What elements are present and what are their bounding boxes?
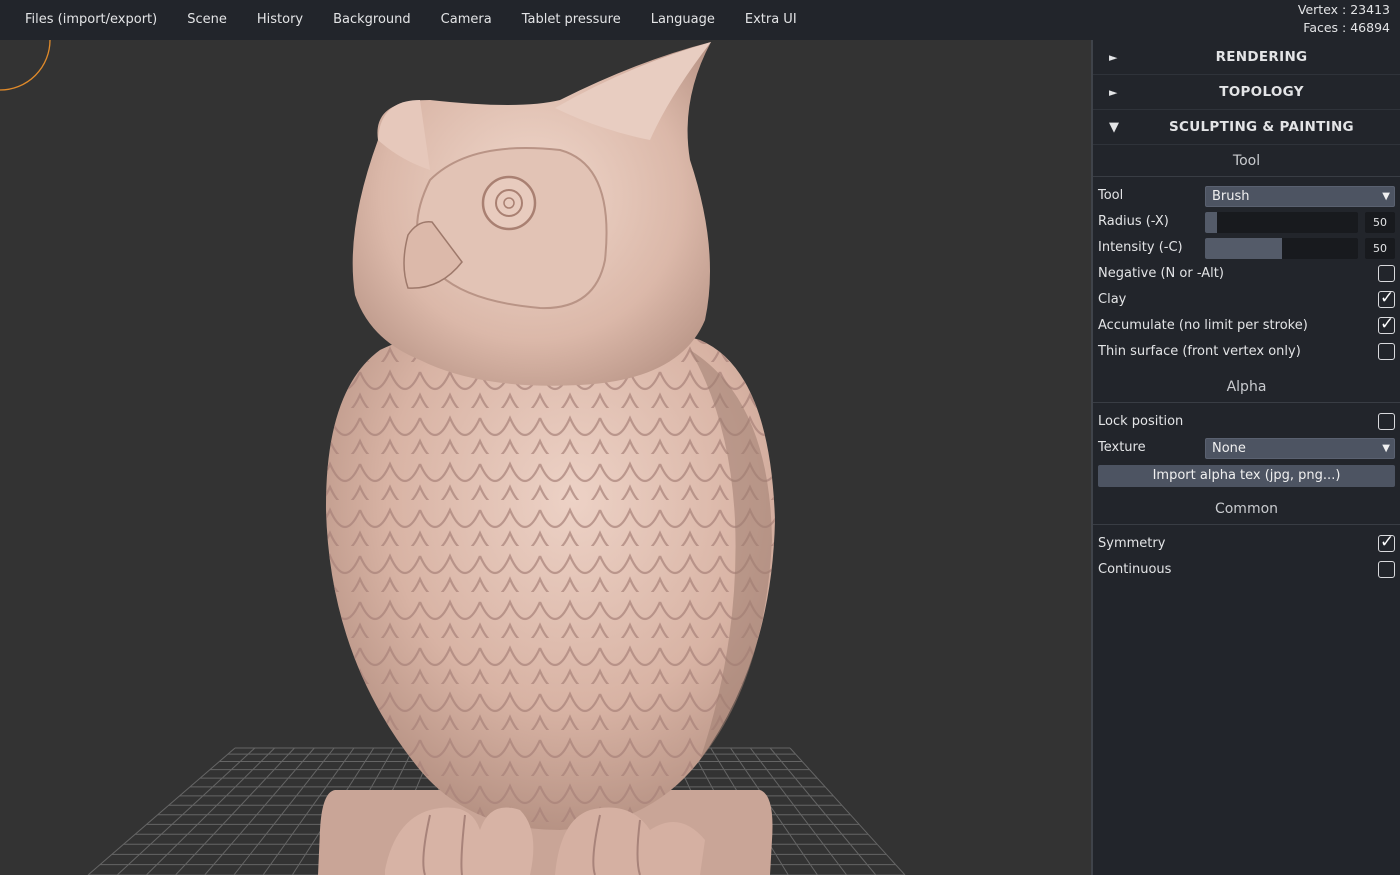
chevron-down-icon: ▼ — [1382, 443, 1390, 454]
import-alpha-button[interactable]: Import alpha tex (jpg, png...) — [1098, 465, 1395, 487]
accumulate-row: Accumulate (no limit per stroke) ✓ — [1093, 313, 1400, 339]
checkmark-icon: ✓ — [1380, 314, 1395, 334]
texture-select[interactable]: None ▼ — [1205, 438, 1395, 459]
menu-language[interactable]: Language — [636, 0, 730, 40]
group-title-common: Common — [1093, 493, 1400, 525]
menu-tablet-pressure[interactable]: Tablet pressure — [507, 0, 636, 40]
section-title: SCULPTING & PAINTING — [1169, 119, 1354, 135]
top-menu-bar: Files (import/export) Scene History Back… — [0, 0, 1400, 40]
menu-items: Files (import/export) Scene History Back… — [10, 0, 812, 40]
menu-scene[interactable]: Scene — [172, 0, 242, 40]
clay-checkbox[interactable]: ✓ — [1378, 288, 1395, 308]
negative-row: Negative (N or -Alt) — [1093, 261, 1400, 287]
group-title-tool: Tool — [1093, 145, 1400, 177]
radius-slider-fill — [1205, 212, 1218, 233]
menu-history[interactable]: History — [242, 0, 318, 40]
menu-background[interactable]: Background — [318, 0, 426, 40]
3d-viewport[interactable] — [0, 40, 1091, 875]
section-topology[interactable]: ► TOPOLOGY — [1093, 75, 1400, 110]
negative-checkbox[interactable] — [1378, 265, 1395, 282]
symmetry-checkbox[interactable]: ✓ — [1378, 532, 1395, 552]
section-title: RENDERING — [1215, 49, 1308, 65]
collapse-arrow-icon: ► — [1109, 86, 1118, 99]
chevron-down-icon: ▼ — [1382, 191, 1390, 202]
clay-label: Clay — [1098, 292, 1127, 307]
tool-label: Tool — [1098, 188, 1124, 203]
symmetry-label: Symmetry — [1098, 536, 1166, 551]
section-sculpting[interactable]: ▼ SCULPTING & PAINTING — [1093, 110, 1400, 145]
collapse-arrow-icon: ► — [1109, 51, 1118, 64]
radius-value[interactable]: 50 — [1365, 212, 1395, 233]
texture-label: Texture — [1098, 440, 1146, 455]
menu-files[interactable]: Files (import/export) — [10, 0, 172, 40]
thin-surface-label: Thin surface (front vertex only) — [1098, 344, 1301, 359]
thin-surface-row: Thin surface (front vertex only) — [1093, 339, 1400, 365]
owl-model — [325, 42, 775, 875]
texture-row: Texture None ▼ — [1093, 435, 1400, 461]
lock-position-checkbox[interactable] — [1378, 413, 1395, 430]
side-panel: ► RENDERING ► TOPOLOGY ▼ SCULPTING & PAI… — [1091, 40, 1400, 875]
brush-cursor — [0, 40, 51, 91]
intensity-label: Intensity (-C) — [1098, 240, 1183, 255]
viewport-canvas[interactable] — [0, 40, 1091, 875]
radius-label: Radius (-X) — [1098, 214, 1169, 229]
lock-position-label: Lock position — [1098, 414, 1184, 429]
checkmark-icon: ✓ — [1380, 288, 1395, 308]
menu-extra-ui[interactable]: Extra UI — [730, 0, 812, 40]
thin-surface-checkbox[interactable] — [1378, 343, 1395, 360]
accumulate-label: Accumulate (no limit per stroke) — [1098, 318, 1308, 333]
radius-row: Radius (-X) 50 — [1093, 209, 1400, 235]
checkmark-icon: ✓ — [1380, 532, 1395, 552]
faces-count: Faces : 46894 — [1303, 20, 1390, 35]
section-rendering[interactable]: ► RENDERING — [1093, 40, 1400, 75]
continuous-checkbox[interactable] — [1378, 561, 1395, 578]
negative-label: Negative (N or -Alt) — [1098, 266, 1224, 281]
tool-row: Tool Brush ▼ — [1093, 183, 1400, 209]
sculpt-app: Files (import/export) Scene History Back… — [0, 0, 1400, 875]
radius-slider[interactable] — [1205, 212, 1358, 233]
group-title-alpha: Alpha — [1093, 371, 1400, 403]
tool-select[interactable]: Brush ▼ — [1205, 186, 1395, 207]
vertex-count: Vertex : 23413 — [1297, 2, 1390, 17]
expand-arrow-icon: ▼ — [1109, 120, 1119, 135]
texture-select-value: None — [1212, 441, 1246, 456]
continuous-row: Continuous — [1093, 557, 1400, 583]
intensity-value[interactable]: 50 — [1365, 238, 1395, 259]
continuous-label: Continuous — [1098, 562, 1172, 577]
intensity-slider-fill — [1205, 238, 1282, 259]
intensity-slider[interactable] — [1205, 238, 1358, 259]
mesh-stats: Vertex : 23413 Faces : 46894 — [1298, 1, 1390, 37]
clay-row: Clay ✓ — [1093, 287, 1400, 313]
menu-camera[interactable]: Camera — [426, 0, 507, 40]
symmetry-row: Symmetry ✓ — [1093, 531, 1400, 557]
accumulate-checkbox[interactable]: ✓ — [1378, 314, 1395, 334]
intensity-row: Intensity (-C) 50 — [1093, 235, 1400, 261]
section-title: TOPOLOGY — [1219, 84, 1304, 100]
tool-select-value: Brush — [1212, 189, 1250, 204]
lock-position-row: Lock position — [1093, 409, 1400, 435]
